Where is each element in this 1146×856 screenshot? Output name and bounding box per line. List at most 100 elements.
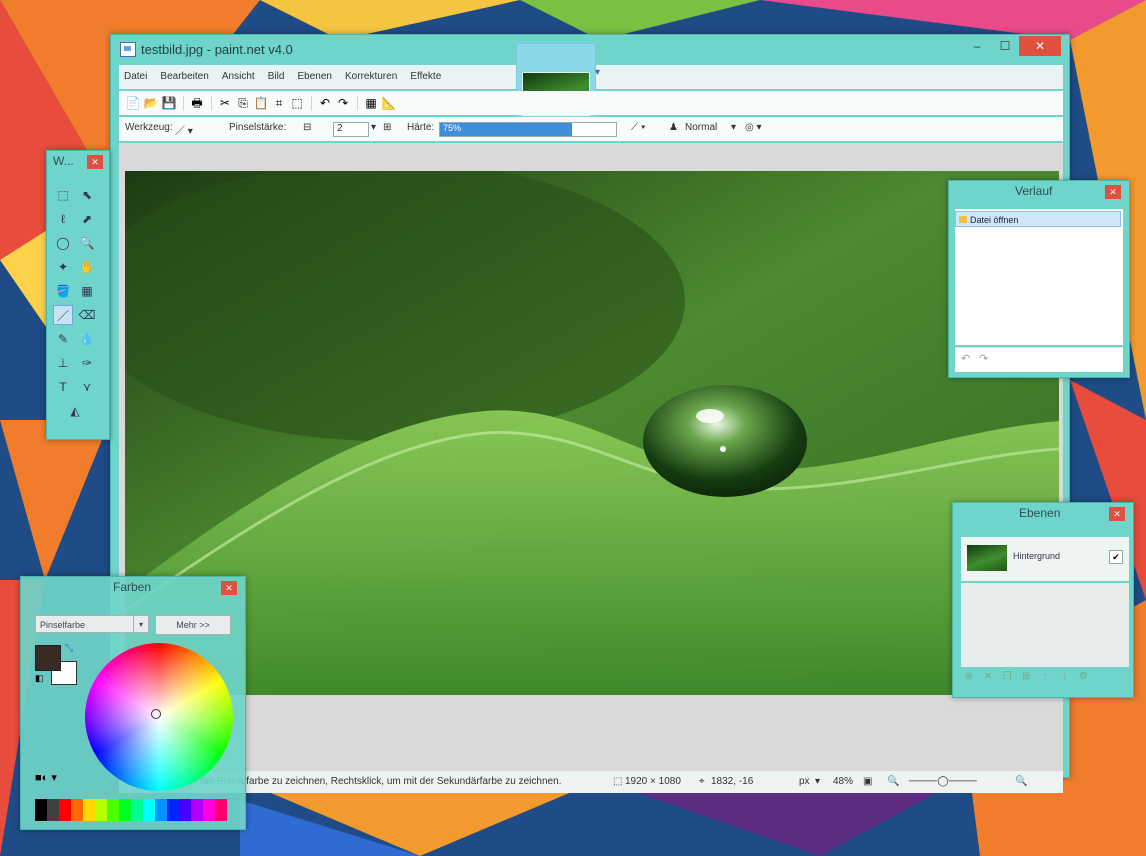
tab-list-arrow-icon[interactable]: ▾: [595, 67, 600, 78]
pencil-icon[interactable]: ✎: [53, 329, 73, 349]
magic-wand-icon[interactable]: ✦: [53, 257, 73, 277]
copy-icon[interactable]: ⎘: [235, 95, 251, 111]
tools-window-close-button[interactable]: ✕: [87, 155, 103, 169]
history-window-close-button[interactable]: ✕: [1105, 185, 1121, 199]
menu-datei[interactable]: Datei: [119, 65, 152, 89]
new-file-icon[interactable]: 📄: [125, 95, 141, 111]
toolbar-separator: [211, 96, 212, 110]
menu-ansicht[interactable]: Ansicht: [217, 65, 260, 89]
primary-color-swatch[interactable]: [35, 645, 61, 671]
unit-dropdown-icon[interactable]: ▾: [815, 776, 820, 787]
open-file-icon[interactable]: 📂: [143, 95, 159, 111]
move-selected-icon[interactable]: ⬈: [77, 209, 97, 229]
tools-window-title: W...: [53, 154, 74, 168]
cut-icon[interactable]: ✂: [217, 95, 233, 111]
lasso-select-icon[interactable]: ℓ: [53, 209, 73, 229]
move-layer-down-icon[interactable]: ↓: [1056, 671, 1072, 682]
paste-icon[interactable]: 📋: [253, 95, 269, 111]
history-item[interactable]: Datei öffnen: [955, 211, 1121, 227]
save-icon[interactable]: 💾: [161, 95, 177, 111]
layer-visibility-checkbox[interactable]: ✔: [1109, 550, 1123, 564]
cursor-position: 1832, -16: [711, 776, 754, 787]
rect-select-icon[interactable]: ⬚: [53, 185, 73, 205]
merge-layer-icon[interactable]: ⊞: [1018, 671, 1034, 682]
zoom-value[interactable]: 48%: [833, 776, 853, 787]
duplicate-layer-icon[interactable]: ❐: [999, 671, 1015, 682]
more-colors-button[interactable]: Mehr >>: [155, 615, 231, 635]
redo-history-icon[interactable]: ↷: [979, 352, 988, 365]
swap-colors-icon[interactable]: ⤡: [65, 643, 73, 654]
blend-mode-selector[interactable]: Normal: [685, 122, 717, 133]
delete-layer-icon[interactable]: ✕: [980, 671, 996, 682]
color-palette[interactable]: [35, 799, 229, 821]
selection-mode-icon[interactable]: ◎ ▾: [745, 122, 762, 133]
history-window-title: Verlauf: [1015, 184, 1053, 198]
zoom-out-icon[interactable]: 🔍: [887, 776, 899, 787]
minimize-button[interactable]: –: [963, 36, 991, 56]
layers-window: Ebenen ✕ Hintergrund ✔ ⊕ ✕ ❐ ⊞ ↑ ↓ ⚙: [952, 502, 1134, 698]
image-canvas[interactable]: [125, 171, 1059, 695]
zoom-icon[interactable]: 🔍: [77, 233, 97, 253]
menu-ebenen[interactable]: Ebenen: [292, 65, 336, 89]
reset-colors-icon[interactable]: ◧: [35, 673, 44, 684]
brush-size-dropdown-icon[interactable]: ▾: [371, 122, 376, 133]
hardness-slider[interactable]: 75%: [439, 122, 617, 137]
recent-colors-icon[interactable]: ■◐ ▾: [35, 771, 57, 784]
ruler-icon[interactable]: 📐: [381, 95, 397, 111]
layer-name: Hintergrund: [1013, 551, 1061, 561]
layers-footer: ⊕ ✕ ❐ ⊞ ↑ ↓ ⚙: [961, 667, 1129, 689]
zoom-slider[interactable]: ────◯────: [909, 776, 977, 787]
window-title: testbild.jpg - paint.net v4.0: [141, 42, 293, 57]
layers-window-close-button[interactable]: ✕: [1109, 507, 1125, 521]
gradient-icon[interactable]: ▦: [77, 281, 97, 301]
layer-properties-icon[interactable]: ⚙: [1075, 671, 1091, 682]
antialiasing-icon[interactable]: ⟋ ▾: [631, 122, 646, 133]
zoom-in-icon[interactable]: 🔍: [1015, 776, 1027, 787]
undo-icon[interactable]: ↶: [317, 95, 333, 111]
image-size-icon: ⬚: [613, 776, 623, 787]
menu-bild[interactable]: Bild: [263, 65, 290, 89]
color-target-select[interactable]: Pinselfarbe ▾: [35, 615, 149, 633]
pan-icon[interactable]: ✋: [77, 257, 97, 277]
clone-stamp-icon[interactable]: ⊥: [53, 353, 73, 373]
maximize-button[interactable]: ☐: [991, 36, 1019, 56]
redo-icon[interactable]: ↷: [335, 95, 351, 111]
layer-row[interactable]: Hintergrund ✔: [961, 537, 1129, 581]
print-icon[interactable]: 🖶: [189, 95, 205, 111]
paintbrush-icon[interactable]: ／: [53, 305, 73, 325]
brush-size-field[interactable]: 2: [333, 122, 369, 137]
add-layer-icon[interactable]: ⊕: [961, 671, 977, 682]
blend-mode-dropdown-icon[interactable]: ▾: [731, 122, 736, 133]
close-button[interactable]: ✕: [1019, 36, 1061, 56]
crop-to-selection-icon[interactable]: ⌗: [271, 95, 287, 111]
layer-thumbnail: [967, 545, 1007, 571]
recolor-icon[interactable]: ✑: [77, 353, 97, 373]
brush-size-increase-icon[interactable]: ⊞: [383, 122, 391, 133]
blend-mode-icon: ♟: [669, 122, 678, 133]
line-curve-icon[interactable]: ⋎: [77, 377, 97, 397]
paint-bucket-icon[interactable]: 🪣: [53, 281, 73, 301]
unit-selector[interactable]: px: [799, 776, 810, 787]
grid-icon[interactable]: ▦: [363, 95, 379, 111]
ellipse-select-icon[interactable]: ◯: [53, 233, 73, 253]
tool-selector-icon[interactable]: ／ ▾: [175, 122, 193, 137]
shapes-icon[interactable]: ◭: [65, 401, 85, 421]
history-footer: ↶ ↷: [955, 347, 1123, 372]
deselect-icon[interactable]: ⬚: [289, 95, 305, 111]
undo-history-icon[interactable]: ↶: [961, 352, 970, 365]
colors-window-close-button[interactable]: ✕: [221, 581, 237, 595]
menu-effekte[interactable]: Effekte: [405, 65, 446, 89]
color-wheel-marker[interactable]: [151, 709, 161, 719]
brush-size-decrease-icon[interactable]: ⊟: [303, 122, 311, 133]
move-layer-up-icon[interactable]: ↑: [1037, 671, 1053, 682]
chevron-down-icon: ▾: [133, 616, 148, 632]
canvas-area[interactable]: [119, 143, 1063, 771]
toolbar-separator: [311, 96, 312, 110]
eraser-icon[interactable]: ⌫: [77, 305, 97, 325]
move-selection-icon[interactable]: ⬉: [77, 185, 97, 205]
color-picker-icon[interactable]: 💧: [77, 329, 97, 349]
menu-bearbeiten[interactable]: Bearbeiten: [155, 65, 213, 89]
menu-korrekturen[interactable]: Korrekturen: [340, 65, 402, 89]
text-icon[interactable]: T: [53, 377, 73, 397]
zoom-to-window-icon[interactable]: ▣: [863, 776, 872, 787]
